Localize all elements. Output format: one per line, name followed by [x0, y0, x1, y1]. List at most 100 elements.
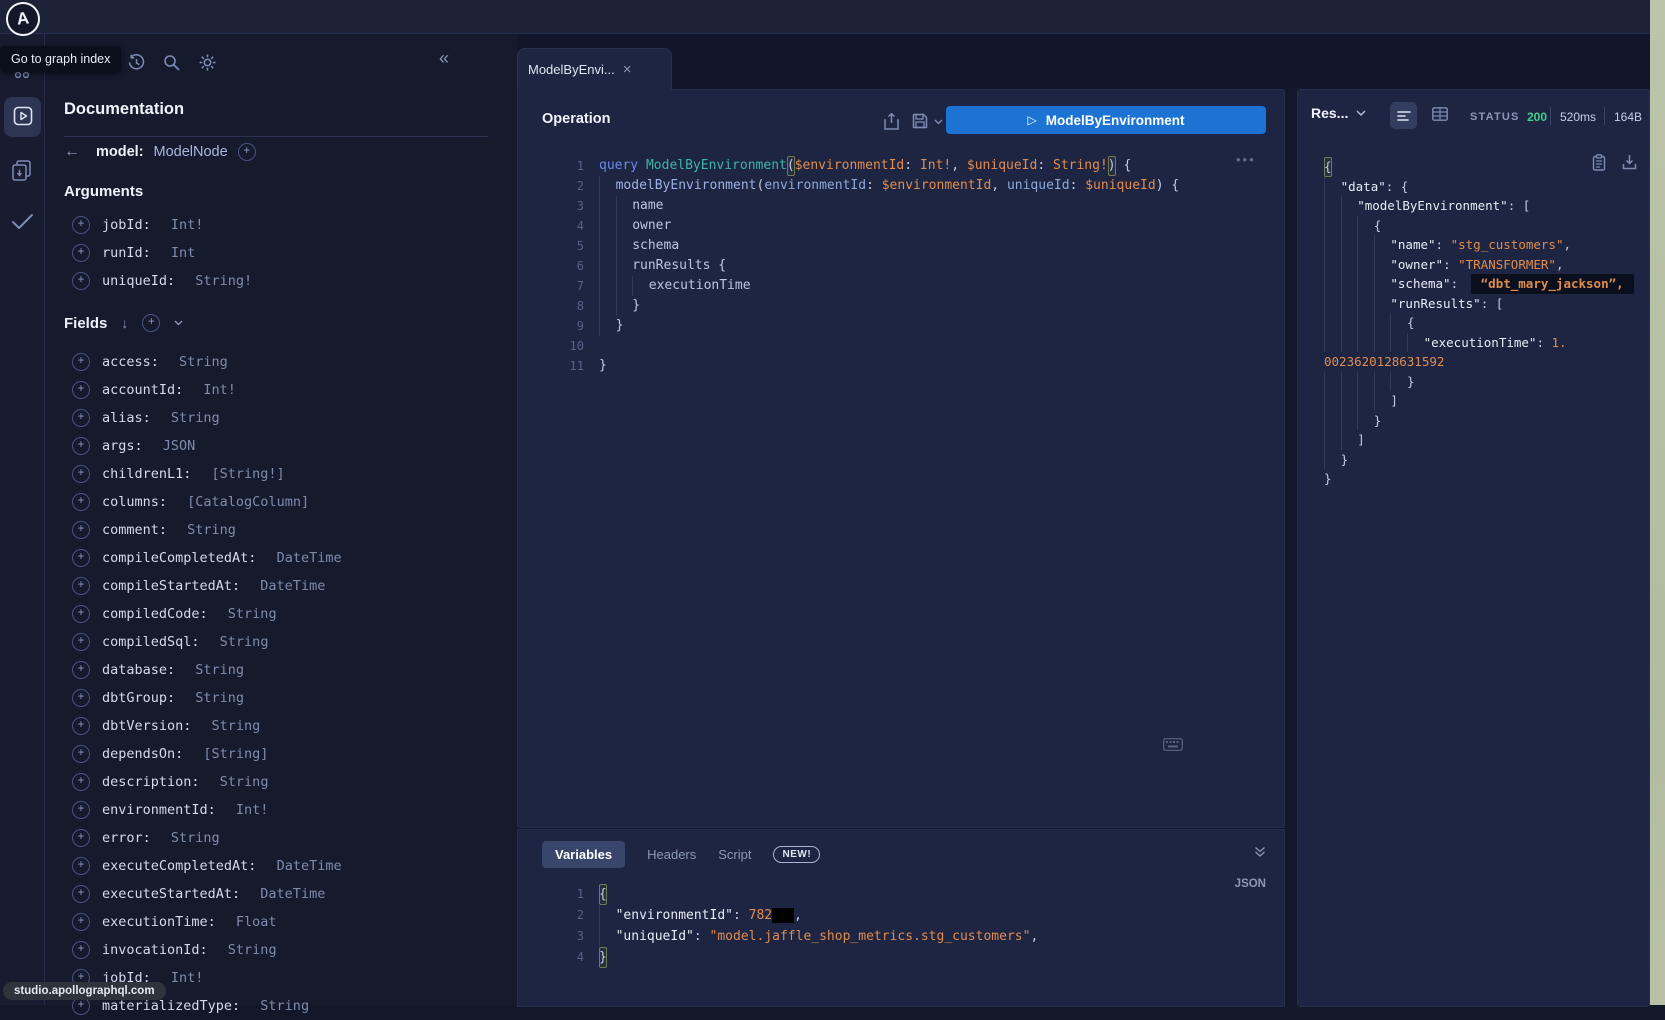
add-all-fields-button[interactable]: +: [142, 314, 160, 332]
field-type[interactable]: String: [163, 410, 220, 426]
save-menu-chevron[interactable]: [934, 119, 943, 125]
field-row[interactable]: +error: String: [44, 824, 517, 852]
variables-editor[interactable]: 1{2"environmentId": 782,3"uniqueId": "mo…: [518, 884, 1284, 968]
explorer-nav-button[interactable]: [13, 106, 33, 126]
add-field-to-query-button[interactable]: +: [72, 661, 90, 679]
add-field-to-query-button[interactable]: +: [72, 549, 90, 567]
field-row[interactable]: +executeCompletedAt: DateTime: [44, 852, 517, 880]
field-type[interactable]: [CatalogColumn]: [179, 494, 309, 510]
field-row[interactable]: +compileStartedAt: DateTime: [44, 572, 517, 600]
tab-headers[interactable]: Headers: [647, 847, 696, 862]
field-row[interactable]: +environmentId: Int!: [44, 796, 517, 824]
json-view-toggle[interactable]: [1390, 102, 1417, 129]
tab-variables[interactable]: Variables: [542, 841, 625, 868]
field-type[interactable]: String: [171, 354, 228, 370]
field-type[interactable]: JSON: [155, 438, 196, 454]
back-arrow-icon[interactable]: ←: [64, 143, 80, 161]
run-operation-button[interactable]: ▷ ModelByEnvironment: [946, 106, 1266, 134]
keyboard-shortcuts-button[interactable]: [1163, 738, 1183, 751]
field-type[interactable]: DateTime: [252, 886, 325, 902]
field-type[interactable]: Int!: [163, 217, 204, 233]
field-type[interactable]: String: [203, 718, 260, 734]
field-row[interactable]: +description: String: [44, 768, 517, 796]
field-type[interactable]: Int!: [163, 970, 204, 986]
field-type[interactable]: String: [252, 998, 309, 1014]
add-field-to-query-button[interactable]: +: [72, 521, 90, 539]
argument-row[interactable]: +jobId: Int!: [44, 211, 517, 239]
field-type[interactable]: String: [220, 942, 277, 958]
field-row[interactable]: +accountId: Int!: [44, 376, 517, 404]
field-type[interactable]: [String]: [195, 746, 268, 762]
field-row[interactable]: +access: String: [44, 348, 517, 376]
add-field-to-query-button[interactable]: +: [72, 244, 90, 262]
field-row[interactable]: +args: JSON: [44, 432, 517, 460]
field-row[interactable]: +dbtGroup: String: [44, 684, 517, 712]
explorer-settings-button[interactable]: [199, 54, 216, 71]
add-field-to-query-button[interactable]: +: [72, 941, 90, 959]
operation-tab[interactable]: ModelByEnvi... ×: [517, 48, 672, 90]
field-type[interactable]: DateTime: [268, 550, 341, 566]
field-type[interactable]: [String!]: [203, 466, 284, 482]
field-row[interactable]: +childrenL1: [String!]: [44, 460, 517, 488]
add-field-to-query-button[interactable]: +: [72, 272, 90, 290]
add-field-to-query-button[interactable]: +: [72, 885, 90, 903]
field-row[interactable]: +database: String: [44, 656, 517, 684]
field-type[interactable]: Int: [163, 245, 196, 261]
add-field-to-query-button[interactable]: +: [72, 577, 90, 595]
field-row[interactable]: +dbtVersion: String: [44, 712, 517, 740]
add-field-to-query-button[interactable]: +: [72, 857, 90, 875]
history-button[interactable]: [128, 54, 145, 71]
collapse-panel-button[interactable]: «: [439, 49, 449, 67]
add-field-to-query-button[interactable]: +: [72, 633, 90, 651]
add-field-to-query-button[interactable]: +: [72, 745, 90, 763]
table-view-toggle[interactable]: [1432, 107, 1448, 121]
add-field-to-query-button[interactable]: +: [72, 717, 90, 735]
operation-editor[interactable]: 1query ModelByEnvironment($environmentId…: [518, 156, 1284, 376]
checks-button[interactable]: [11, 213, 34, 230]
doc-field-type-link[interactable]: ModelNode: [154, 144, 228, 160]
add-field-to-query-button[interactable]: +: [72, 216, 90, 234]
add-field-to-query-button[interactable]: +: [72, 493, 90, 511]
field-row[interactable]: +columns: [CatalogColumn]: [44, 488, 517, 516]
add-to-query-button[interactable]: +: [238, 143, 256, 161]
field-row[interactable]: +compiledSql: String: [44, 628, 517, 656]
field-row[interactable]: +executeStartedAt: DateTime: [44, 880, 517, 908]
saved-collections-button[interactable]: [11, 159, 32, 182]
add-field-to-query-button[interactable]: +: [72, 801, 90, 819]
field-type[interactable]: DateTime: [252, 578, 325, 594]
add-field-to-query-button[interactable]: +: [72, 829, 90, 847]
add-field-to-query-button[interactable]: +: [72, 913, 90, 931]
field-type[interactable]: String: [212, 774, 269, 790]
field-row[interactable]: +comment: String: [44, 516, 517, 544]
add-field-to-query-button[interactable]: +: [72, 409, 90, 427]
field-type[interactable]: String: [187, 662, 244, 678]
add-field-to-query-button[interactable]: +: [72, 381, 90, 399]
field-type[interactable]: Int!: [195, 382, 236, 398]
field-row[interactable]: +alias: String: [44, 404, 517, 432]
add-field-to-query-button[interactable]: +: [72, 773, 90, 791]
argument-row[interactable]: +runId: Int: [44, 239, 517, 267]
save-operation-button[interactable]: [912, 113, 928, 129]
chevron-down-icon[interactable]: [174, 320, 183, 326]
field-type[interactable]: String: [220, 606, 277, 622]
add-field-to-query-button[interactable]: +: [72, 689, 90, 707]
field-type[interactable]: Float: [228, 914, 277, 930]
field-type[interactable]: Int!: [228, 802, 269, 818]
field-row[interactable]: +dependsOn: [String]: [44, 740, 517, 768]
collapse-section-button[interactable]: [1254, 846, 1266, 858]
share-operation-button[interactable]: [884, 113, 899, 130]
field-type[interactable]: String: [179, 522, 236, 538]
add-field-to-query-button[interactable]: +: [72, 437, 90, 455]
argument-row[interactable]: +uniqueId: String!: [44, 267, 517, 295]
field-row[interactable]: +compiledCode: String: [44, 600, 517, 628]
response-menu-chevron[interactable]: [1356, 110, 1366, 117]
sort-fields-button[interactable]: ↓: [121, 315, 128, 331]
field-type[interactable]: String: [187, 690, 244, 706]
tab-script[interactable]: Script: [718, 847, 751, 862]
close-tab-icon[interactable]: ×: [623, 63, 632, 77]
field-type[interactable]: String: [163, 830, 220, 846]
add-field-to-query-button[interactable]: +: [72, 465, 90, 483]
field-row[interactable]: +executionTime: Float: [44, 908, 517, 936]
field-row[interactable]: +invocationId: String: [44, 936, 517, 964]
field-row[interactable]: +compileCompletedAt: DateTime: [44, 544, 517, 572]
